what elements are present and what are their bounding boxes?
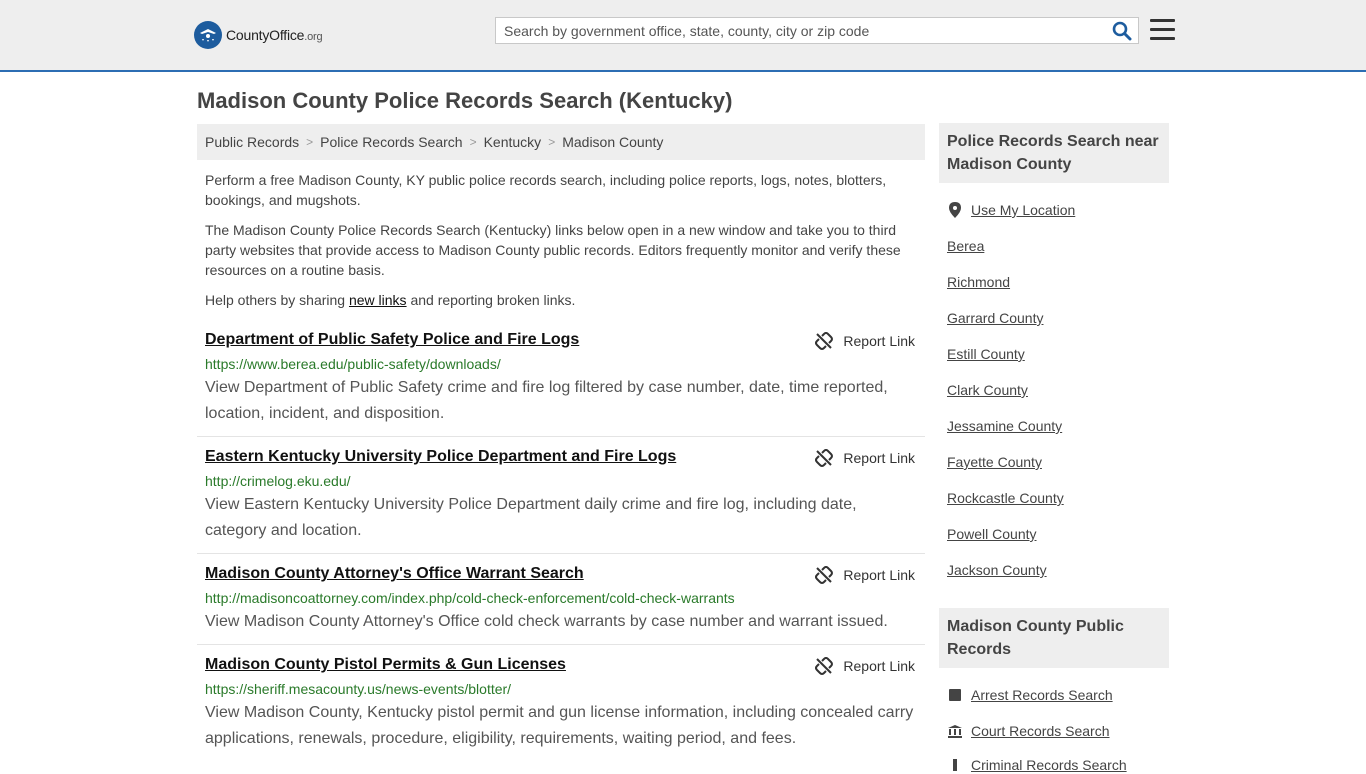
result-url[interactable]: http://madisoncoattorney.com/index.php/c… [205,589,917,607]
nearby-link-clark-county[interactable]: Clark County [947,381,1028,399]
site-logo[interactable]: CountyOffice.org [194,20,323,50]
page-title: Madison County Police Records Search (Ke… [197,88,733,113]
courthouse-icon [947,724,963,738]
report-link-button[interactable]: Report Link [815,449,915,467]
logo-seal-icon [194,21,222,49]
result-description: View Madison County Attorney's Office co… [205,613,888,630]
report-link-button[interactable]: Report Link [815,566,915,584]
intro-paragraph: Perform a free Madison County, KY public… [205,172,887,208]
breadcrumb-madison-county[interactable]: Madison County [562,134,663,150]
broken-link-icon [815,566,834,584]
nearby-link-berea[interactable]: Berea [947,237,984,255]
report-link-button[interactable]: Report Link [815,332,915,350]
search-button[interactable] [1112,21,1132,41]
nearby-heading: Police Records Search near Madison Count… [939,123,1169,183]
breadcrumb: Public Records > Police Records Search >… [197,124,925,160]
result-item: Madison County Attorney's Office Warrant… [197,564,925,645]
breadcrumb-public-records[interactable]: Public Records [205,134,299,150]
new-links-link[interactable]: new links [349,292,407,308]
nearby-link-garrard-county[interactable]: Garrard County [947,309,1043,327]
hamburger-menu-icon[interactable] [1150,19,1175,41]
breadcrumb-separator-icon: > [469,135,477,149]
handcuff-icon [947,759,963,771]
site-header: CountyOffice.org [0,0,1366,72]
result-description: View Eastern Kentucky University Police … [205,496,857,539]
arrest-records-link[interactable]: Arrest Records Search [947,686,1113,704]
use-my-location-link[interactable]: Use My Location [947,201,1075,219]
breadcrumb-separator-icon: > [306,135,314,149]
result-title-link[interactable]: Department of Public Safety Police and F… [205,330,917,350]
nearby-link-jessamine-county[interactable]: Jessamine County [947,417,1062,435]
report-link-button[interactable]: Report Link [815,657,915,675]
breadcrumb-kentucky[interactable]: Kentucky [484,134,542,150]
result-item: Madison County Pistol Permits & Gun Lice… [197,655,925,768]
broken-link-icon [815,657,834,675]
square-icon [947,689,963,701]
result-description: View Department of Public Safety crime a… [205,379,888,422]
result-title-link[interactable]: Madison County Attorney's Office Warrant… [205,564,917,584]
nearby-link-richmond[interactable]: Richmond [947,273,1010,291]
criminal-records-link[interactable]: Criminal Records Search [947,756,1127,774]
nearby-link-powell-county[interactable]: Powell County [947,525,1037,543]
nearby-link-jackson-county[interactable]: Jackson County [947,561,1047,579]
result-url[interactable]: https://sheriff.mesacounty.us/news-event… [205,680,917,698]
nearby-link-rockcastle-county[interactable]: Rockcastle County [947,489,1064,507]
result-description: View Madison County, Kentucky pistol per… [205,704,914,747]
disclaimer-paragraph: The Madison County Police Records Search… [205,222,901,278]
search-input[interactable] [496,18,1104,43]
map-pin-icon [947,202,963,218]
breadcrumb-separator-icon: > [548,135,556,149]
court-records-link[interactable]: Court Records Search [947,722,1110,740]
result-title-link[interactable]: Madison County Pistol Permits & Gun Lice… [205,655,917,675]
result-title-link[interactable]: Eastern Kentucky University Police Depar… [205,447,917,467]
search-bar [495,17,1139,44]
nearby-link-fayette-county[interactable]: Fayette County [947,453,1042,471]
broken-link-icon [815,449,834,467]
result-item: Eastern Kentucky University Police Depar… [197,447,925,554]
breadcrumb-police-records-search[interactable]: Police Records Search [320,134,462,150]
search-icon [1112,21,1132,41]
nearby-link-estill-county[interactable]: Estill County [947,345,1025,363]
help-paragraph: Help others by sharing new links and rep… [205,292,576,308]
logo-text: CountyOffice.org [226,27,323,43]
result-item: Department of Public Safety Police and F… [197,330,925,437]
broken-link-icon [815,332,834,350]
public-records-heading: Madison County Public Records [939,608,1169,668]
result-url[interactable]: http://crimelog.eku.edu/ [205,472,917,490]
result-url[interactable]: https://www.berea.edu/public-safety/down… [205,355,917,373]
